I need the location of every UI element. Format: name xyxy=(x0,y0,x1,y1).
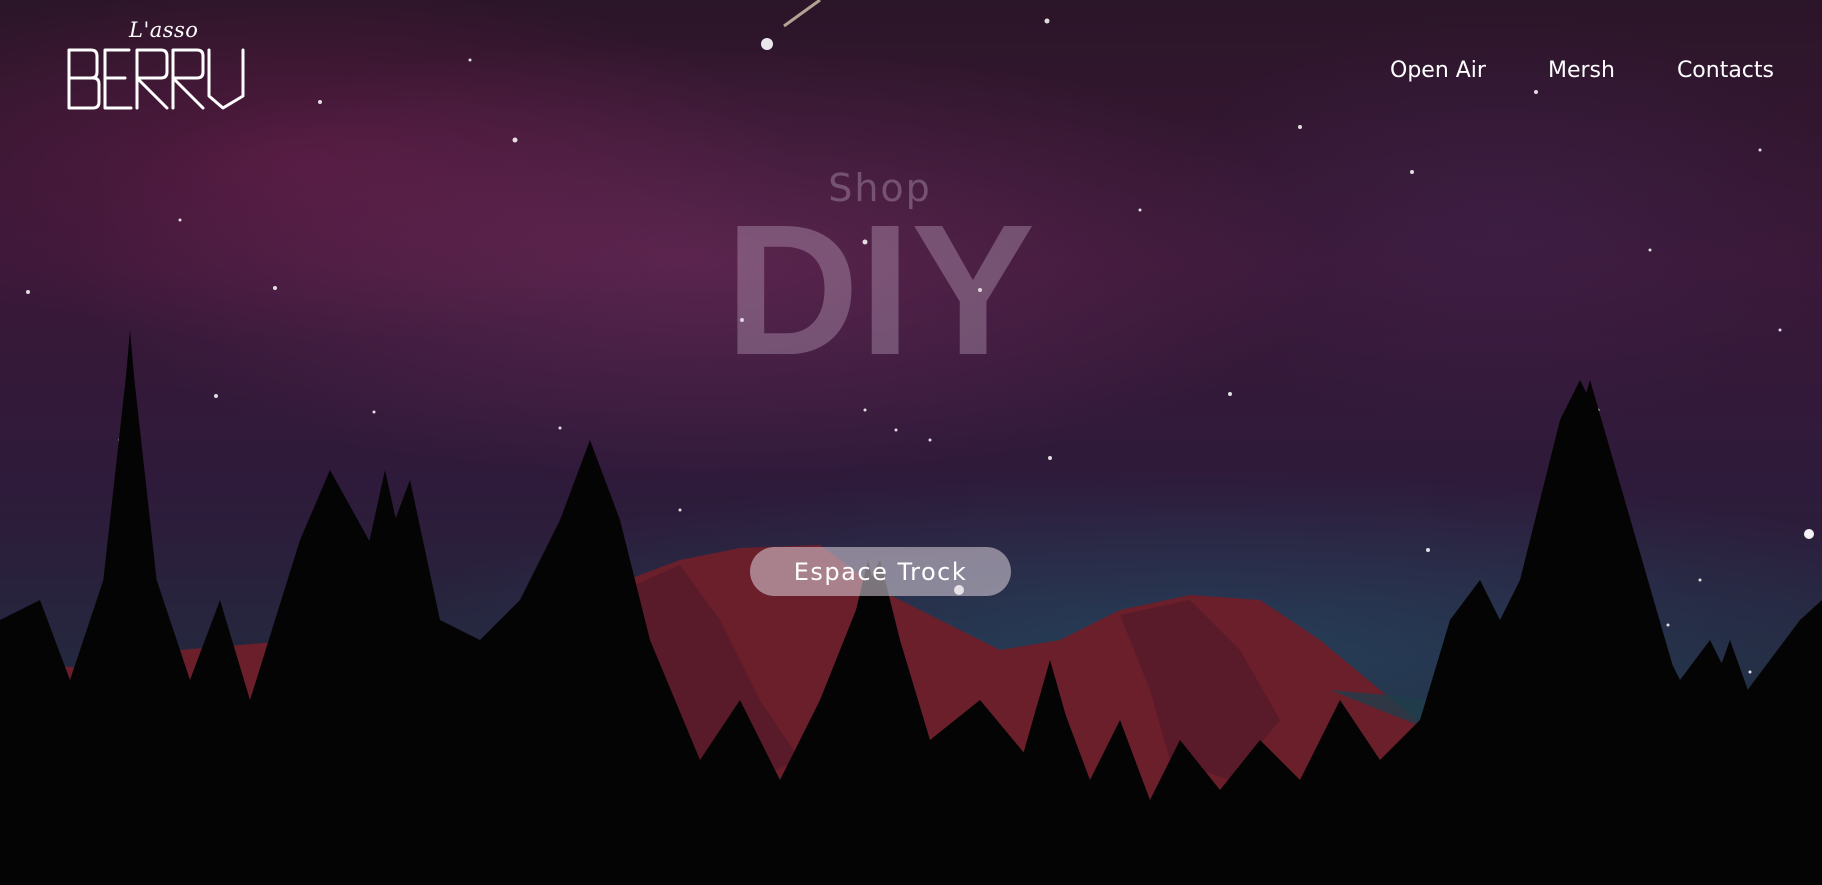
site-header: L'asso Open Air Mersh Contacts xyxy=(0,0,1822,130)
hero-title: DIY xyxy=(724,187,1036,394)
page: L'asso Open Air Mersh Contacts Shop DIY … xyxy=(0,0,1822,885)
nav-link-open-air[interactable]: Open Air xyxy=(1390,58,1486,83)
berru-logo[interactable]: L'asso xyxy=(65,18,247,114)
logo-tagline: L'asso xyxy=(129,18,199,42)
landscape-illustration xyxy=(0,0,1822,885)
main-nav: Open Air Mersh Contacts xyxy=(1390,58,1774,83)
nav-link-contacts[interactable]: Contacts xyxy=(1677,58,1774,83)
espace-trock-button[interactable]: Espace Trock xyxy=(750,547,1011,596)
logo-wordmark xyxy=(67,48,245,110)
nav-link-mersh[interactable]: Mersh xyxy=(1548,58,1615,83)
